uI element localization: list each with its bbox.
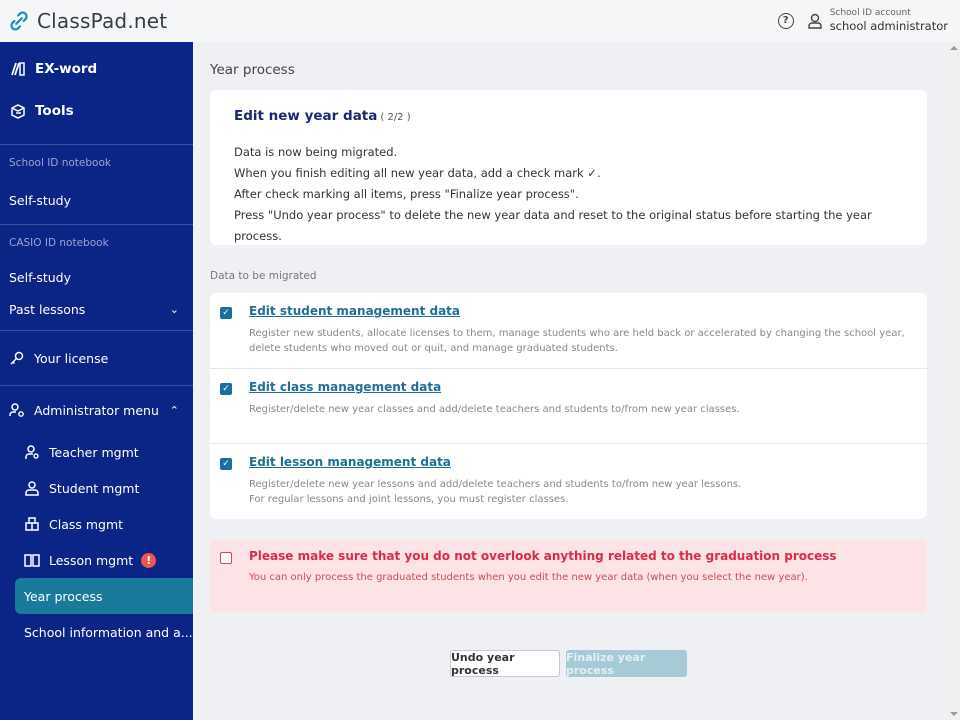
- sidebar-item-label: EX-word: [35, 61, 98, 77]
- alert-badge: !: [141, 552, 157, 568]
- sidebar-item-label: Tools: [35, 103, 74, 119]
- desc-line: For regular lessons and joint lessons, y…: [249, 494, 569, 505]
- link-logo-icon: [10, 11, 28, 31]
- app-name: ClassPad.net: [37, 9, 168, 33]
- card-title: Edit new year data( 2/2 ): [234, 108, 903, 124]
- teacher-icon: [25, 445, 39, 459]
- sidebar-item-label: Self-study: [9, 269, 71, 285]
- sidebar-item-administrator-menu[interactable]: Administrator menu ⌃: [0, 386, 193, 434]
- sidebar-item-label: Teacher mgmt: [49, 444, 139, 460]
- section-caption: Data to be migrated: [210, 270, 317, 282]
- finalize-year-process-button[interactable]: Finalize year process: [566, 650, 687, 677]
- page-title: Year process: [210, 62, 295, 78]
- toolbox-icon: [11, 104, 25, 119]
- desc-line: Register/delete new year classes and add…: [249, 404, 740, 415]
- sidebar-item-year-process[interactable]: Year process: [15, 578, 193, 614]
- account-type: School ID account: [829, 8, 911, 18]
- intro-line: Data is now being migrated.: [234, 145, 398, 159]
- item-description: Register new students, allocate licenses…: [249, 326, 919, 356]
- app-logo[interactable]: ClassPad.net: [0, 9, 167, 33]
- scroll-up-arrow-icon[interactable]: [950, 46, 958, 50]
- sidebar-item-your-license[interactable]: Your license: [0, 331, 193, 385]
- main-content: Year process Edit new year data( 2/2 ) D…: [193, 42, 960, 720]
- desc-line: delete students who moved out or quit, a…: [249, 343, 618, 354]
- scrollbar[interactable]: [948, 42, 960, 720]
- intro-text: Data is now being migrated. When you fin…: [234, 142, 903, 247]
- sidebar-item-lesson-mgmt[interactable]: Lesson mgmt !: [0, 542, 193, 578]
- sidebar-item-label: Your license: [34, 350, 109, 366]
- list-item: ✓ Edit lesson management data Register/d…: [210, 444, 927, 519]
- sidebar-item-label: Lesson mgmt: [49, 552, 134, 568]
- sidebar-item-label: Administrator menu: [34, 402, 159, 418]
- sidebar-item-tools[interactable]: Tools: [0, 90, 193, 132]
- intro-line: Press "Undo year process" to delete the …: [234, 208, 872, 243]
- sidebar-item-label: Past lessons: [9, 301, 86, 317]
- item-description: Register/delete new year classes and add…: [249, 402, 919, 417]
- intro-line: After check marking all items, press "Fi…: [234, 187, 579, 201]
- desc-line: Register new students, allocate licenses…: [249, 328, 905, 339]
- admin-icon: [9, 403, 24, 417]
- top-header: ClassPad.net ? School ID account school …: [0, 0, 960, 42]
- checkbox-checked[interactable]: ✓: [220, 307, 232, 319]
- item-description: Register/delete new year lessons and add…: [249, 477, 919, 507]
- account-name: school administrator: [829, 19, 948, 33]
- migration-list: ✓ Edit student management data Register …: [210, 293, 927, 519]
- sidebar-item-school-self-study[interactable]: Self-study: [0, 181, 193, 219]
- section-casio-id-notebook: CASIO ID notebook: [9, 237, 109, 249]
- graduation-warning: Please make sure that you do not overloo…: [210, 540, 927, 612]
- sidebar-item-label: School information and a...: [24, 624, 193, 640]
- checkbox-checked[interactable]: ✓: [220, 383, 232, 395]
- edit-student-data-link[interactable]: Edit student management data: [249, 304, 460, 318]
- sidebar-item-label: Class mgmt: [49, 516, 124, 532]
- sidebar-item-label: Student mgmt: [49, 480, 140, 496]
- user-icon[interactable]: [807, 13, 822, 29]
- sidebar-item-teacher-mgmt[interactable]: Teacher mgmt: [0, 434, 193, 470]
- intro-line: When you finish editing all new year dat…: [234, 166, 601, 180]
- undo-year-process-button[interactable]: Undo year process: [450, 650, 560, 677]
- section-school-id-notebook: School ID notebook: [9, 157, 111, 169]
- open-book-icon: [24, 554, 40, 567]
- sidebar-item-past-lessons[interactable]: Past lessons ⌄: [0, 293, 193, 325]
- chevron-down-icon[interactable]: ⌄: [170, 303, 179, 316]
- account-info[interactable]: School ID account school administrator: [830, 8, 948, 34]
- key-icon: [10, 351, 24, 365]
- class-icon: [25, 517, 39, 531]
- chevron-up-icon[interactable]: ⌃: [170, 404, 179, 417]
- list-item: ✓ Edit student management data Register …: [210, 293, 927, 369]
- edit-class-data-link[interactable]: Edit class management data: [249, 380, 441, 394]
- sidebar-item-casio-self-study[interactable]: Self-study: [0, 261, 193, 293]
- sidebar-item-student-mgmt[interactable]: Student mgmt: [0, 470, 193, 506]
- book-icon: [11, 62, 25, 76]
- card-title-text: Edit new year data: [234, 108, 378, 124]
- help-icon[interactable]: ?: [777, 13, 794, 29]
- sidebar-item-label: Year process: [24, 588, 103, 604]
- sidebar: EX-word Tools School ID notebook Self-st…: [0, 42, 193, 720]
- list-item: ✓ Edit class management data Register/de…: [210, 369, 927, 444]
- student-icon: [25, 481, 39, 496]
- warning-description: You can only process the graduated stude…: [249, 572, 808, 583]
- desc-line: Register/delete new year lessons and add…: [249, 479, 742, 490]
- step-indicator: ( 2/2 ): [380, 112, 411, 123]
- checkbox-checked[interactable]: ✓: [220, 458, 232, 470]
- sidebar-item-ex-word[interactable]: EX-word: [0, 48, 193, 90]
- sidebar-item-class-mgmt[interactable]: Class mgmt: [0, 506, 193, 542]
- warning-title: Please make sure that you do not overloo…: [249, 549, 837, 563]
- sidebar-item-school-information[interactable]: School information and a...: [0, 614, 193, 650]
- checkbox-unchecked[interactable]: [220, 552, 232, 564]
- intro-card: Edit new year data( 2/2 ) Data is now be…: [210, 90, 927, 245]
- sidebar-item-label: Self-study: [9, 192, 71, 208]
- scroll-down-arrow-icon[interactable]: [950, 712, 958, 716]
- edit-lesson-data-link[interactable]: Edit lesson management data: [249, 455, 451, 469]
